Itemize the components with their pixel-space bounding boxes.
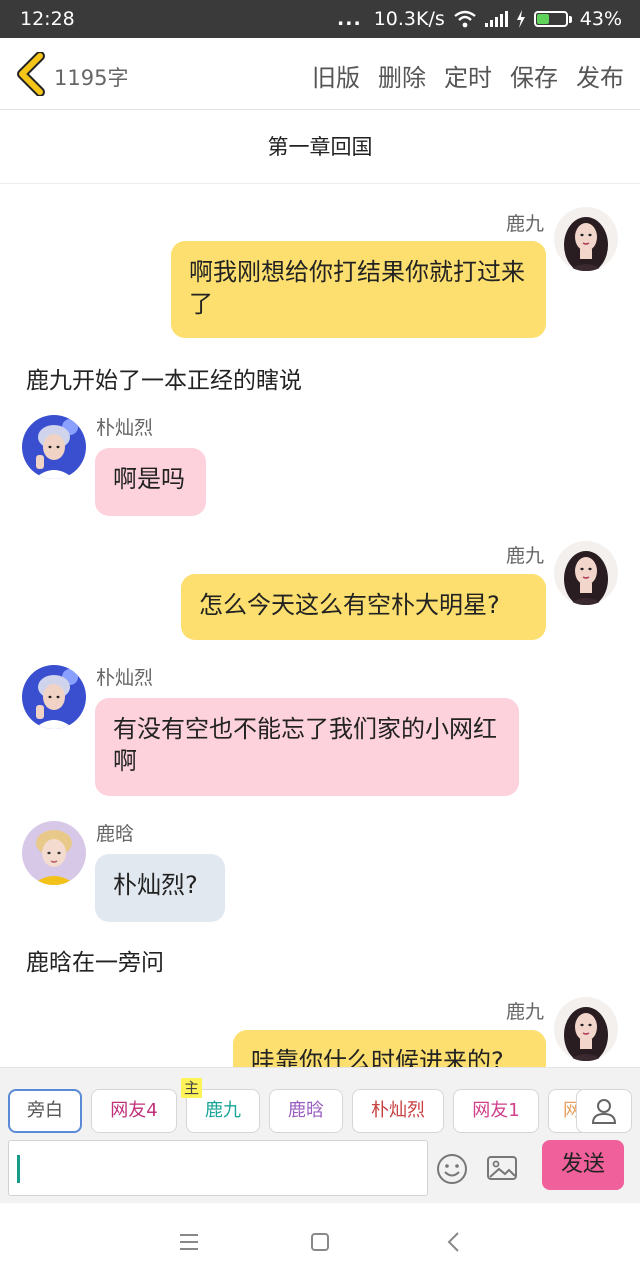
wifi-icon [454,10,476,28]
role-chip-host[interactable]: 主 鹿九 [181,1078,260,1133]
input-panel: 旁白 网友4 主 鹿九 鹿晗 朴灿烈 网友1 网 发送 [0,1067,640,1203]
signal-icon [484,11,508,27]
role-chip-label: 朴灿烈 [371,1100,425,1121]
notification-dots-icon: ... [337,8,362,30]
host-badge: 主 [181,1078,203,1098]
old-version-button[interactable]: 旧版 [312,58,360,93]
role-chips: 旁白 网友4 主 鹿九 鹿晗 朴灿烈 网友1 网 [8,1078,588,1133]
role-chip-narrator[interactable]: 旁白 [8,1089,82,1133]
message-bubble[interactable]: 怎么今天这么有空朴大明星? [181,574,546,640]
message-bubble[interactable]: 啊是吗 [95,448,206,516]
status-time: 12:28 [20,8,75,30]
sender-name: 鹿九 [505,1001,544,1023]
status-bar: 12:28 ... 10.3K/s 43% [0,0,640,38]
publish-button[interactable]: 发布 [576,58,624,93]
home-icon[interactable] [306,1228,334,1256]
role-chip-label: 旁白 [27,1100,63,1121]
message-left[interactable]: 朴灿烈 啊是吗 [0,411,640,521]
person-icon [591,1099,617,1124]
back-arrow-icon[interactable] [14,52,48,96]
message-bubble[interactable]: 朴灿烈? [95,854,225,922]
message-left[interactable]: 鹿晗 朴灿烈? [0,817,640,927]
back-icon[interactable] [440,1228,468,1256]
role-chip[interactable]: 鹿晗 [269,1089,343,1133]
message-bubble[interactable]: 有没有空也不能忘了我们家的小网红啊 [95,698,519,796]
charging-icon [516,10,525,28]
message-bubble[interactable]: 哇靠你什么时候进来的? [233,1030,546,1067]
avatar-lujiu[interactable] [554,997,618,1061]
sender-name: 鹿九 [505,545,544,567]
menu-icon[interactable] [175,1228,203,1256]
role-chip[interactable]: 网友4 [91,1089,177,1133]
role-chip[interactable]: 朴灿烈 [352,1089,444,1133]
role-chip-label: 鹿晗 [288,1100,324,1121]
delete-button[interactable]: 删除 [378,58,426,93]
narration-text[interactable]: 鹿九开始了一本正经的瞎说 [26,361,302,395]
image-icon[interactable] [486,1152,518,1184]
message-right[interactable]: 鹿九 怎么今天这么有空朴大明星? [0,537,640,647]
role-chip[interactable]: 网友1 [453,1089,539,1133]
role-chip-label: 网友1 [472,1100,520,1121]
sender-name: 朴灿烈 [96,667,154,689]
send-button[interactable]: 发送 [542,1140,624,1190]
message-right[interactable]: 鹿九 啊我刚想给你打结果你就打过来了 [0,185,640,345]
sender-name: 朴灿烈 [96,417,154,439]
role-chip-label: 网友4 [110,1100,158,1121]
header-actions: 旧版 删除 定时 保存 发布 [312,58,624,93]
text-caret [17,1155,20,1183]
persona-button[interactable] [576,1089,632,1133]
battery-percent: 43% [579,8,622,30]
message-left[interactable]: 朴灿烈 有没有空也不能忘了我们家的小网红啊 [0,661,640,801]
avatar-luhan[interactable] [22,821,86,885]
sender-name: 鹿晗 [96,823,135,845]
message-right[interactable]: 鹿九 哇靠你什么时候进来的? [0,993,640,1067]
editor-header: 1195字 旧版 删除 定时 保存 发布 [0,38,640,110]
avatar-park-chanyeol[interactable] [22,415,86,479]
message-input[interactable] [8,1140,428,1196]
avatar-lujiu[interactable] [554,207,618,271]
narration-text[interactable]: 鹿晗在一旁问 [26,943,164,977]
schedule-button[interactable]: 定时 [444,58,492,93]
chapter-title[interactable]: 第一章回国 [0,110,640,184]
status-right: ... 10.3K/s 43% [337,8,622,30]
system-nav-bar [0,1203,640,1280]
emoji-icon[interactable] [435,1152,469,1186]
word-count: 1195字 [54,66,129,90]
role-chip-label: 鹿九 [205,1100,241,1121]
save-button[interactable]: 保存 [510,58,558,93]
sender-name: 鹿九 [505,213,544,235]
avatar-lujiu[interactable] [554,541,618,605]
network-speed: 10.3K/s [373,8,445,30]
message-bubble[interactable]: 啊我刚想给你打结果你就打过来了 [171,241,546,338]
chat-area[interactable]: 鹿九 啊我刚想给你打结果你就打过来了 鹿九开始了一本正经的瞎说 朴灿烈 啊是吗 [0,185,640,1067]
avatar-park-chanyeol[interactable] [22,665,86,729]
battery-icon [533,11,572,27]
